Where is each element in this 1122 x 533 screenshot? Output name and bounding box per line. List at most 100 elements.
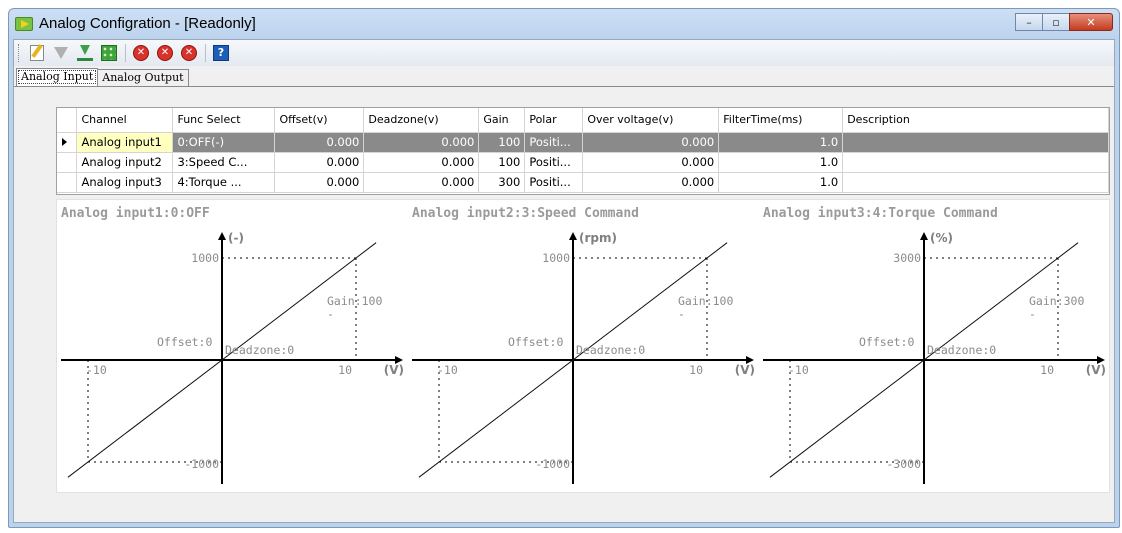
row-selector[interactable] — [57, 152, 78, 173]
column-header[interactable]: Over voltage(v) — [582, 108, 720, 133]
charts-panel: (-) 1000 -1000 -10 10 (V) Gain:100- Offset:0 Dea… — [56, 199, 1110, 493]
chart-title: Analog input1:0:OFF — [61, 206, 210, 221]
table-cell[interactable]: 0.000 — [363, 152, 480, 173]
offset-label: Offset:0 — [157, 335, 212, 349]
table-cell[interactable]: 1.0 — [718, 132, 844, 153]
client-area: ✕ ✕ ✕ ? Analog Input Analog Output Chann… — [13, 39, 1115, 523]
maximize-button[interactable]: ▫ — [1042, 13, 1070, 31]
table-cell[interactable]: 1.0 — [718, 172, 844, 193]
offset-label: Offset:0 — [859, 335, 914, 349]
column-header[interactable]: FilterTime(ms) — [718, 108, 844, 133]
gain-sub-label: - — [327, 307, 334, 321]
download-arrow-icon — [54, 47, 68, 59]
title-bar[interactable]: Analog Configration - [Readonly] – ▫ ✕ — [9, 9, 1119, 39]
table-cell[interactable]: Positi... — [524, 152, 584, 173]
column-header[interactable]: Func Select — [172, 108, 276, 133]
table-row[interactable]: Analog input1 0:OFF(-) 0.000 0.000 100 P… — [57, 132, 1109, 153]
edit-button[interactable] — [27, 43, 47, 63]
table-cell[interactable]: 100 — [478, 152, 526, 173]
download-button[interactable] — [51, 43, 71, 63]
column-header[interactable]: Channel — [76, 108, 174, 133]
tab-analog-input[interactable]: Analog Input — [16, 68, 99, 86]
stop-icon: ✕ — [157, 45, 173, 61]
table-cell[interactable]: 0.000 — [274, 152, 365, 173]
deadzone-label: Deadzone:0 — [576, 343, 645, 357]
stop-button-3[interactable]: ✕ — [179, 43, 199, 63]
x-min-label: -10 — [437, 363, 458, 377]
toolbar: ✕ ✕ ✕ ? — [14, 40, 1114, 66]
y-min-label: -3000 — [886, 457, 921, 471]
column-header[interactable]: Polar — [524, 108, 584, 133]
table-row[interactable]: Analog input3 4:Torque ... 0.000 0.000 3… — [57, 172, 1109, 193]
table-cell[interactable]: 4:Torque ... — [172, 172, 276, 193]
stop-icon: ✕ — [181, 45, 197, 61]
chart-svg-0: (-) 1000 -1000 -10 10 (V) Gain:100- Offset:0 Dea… — [61, 231, 404, 484]
row-selector[interactable] — [57, 172, 78, 193]
chart-svg-1: (rpm) 1000 -1000 -10 10 (V) Gain:100- Offset:0 D… — [412, 231, 755, 484]
chart-title: Analog input2:3:Speed Command — [412, 206, 639, 221]
y-axis-arrow-icon — [920, 232, 928, 240]
table-cell[interactable]: 0.000 — [582, 152, 720, 173]
y-axis-arrow-icon — [569, 232, 577, 240]
deadzone-label: Deadzone:0 — [927, 343, 996, 357]
deadzone-label: Deadzone:0 — [225, 343, 294, 357]
table-cell[interactable]: Analog input1 — [76, 132, 174, 153]
table-cell[interactable]: Analog input2 — [76, 152, 174, 173]
y-unit-label: (rpm) — [579, 231, 617, 245]
gain-label: Gain:100 — [327, 294, 382, 308]
table-cell[interactable]: Positi... — [524, 132, 584, 153]
app-icon — [15, 17, 33, 31]
row-selector[interactable] — [57, 132, 78, 153]
table-cell[interactable]: Analog input3 — [76, 172, 174, 193]
toolbar-separator — [205, 44, 206, 62]
table-cell[interactable] — [842, 132, 1109, 153]
tab-analog-output[interactable]: Analog Output — [97, 69, 189, 86]
toolbar-grip[interactable] — [18, 44, 21, 62]
column-header[interactable]: Description — [842, 108, 1109, 133]
x-unit-label: (V) — [1086, 363, 1106, 377]
table-cell[interactable]: 1.0 — [718, 152, 844, 173]
table-cell[interactable] — [842, 152, 1109, 173]
gain-label: Gain:100 — [678, 294, 733, 308]
minimize-button[interactable]: – — [1015, 13, 1043, 31]
table-cell[interactable]: 100 — [478, 132, 526, 153]
x-min-label: -10 — [788, 363, 809, 377]
x-unit-label: (V) — [735, 363, 755, 377]
x-max-label: 10 — [689, 363, 703, 377]
x-unit-label: (V) — [384, 363, 404, 377]
x-min-label: -10 — [86, 363, 107, 377]
column-header[interactable]: Deadzone(v) — [363, 108, 480, 133]
close-button[interactable]: ✕ — [1069, 13, 1113, 31]
tab-strip: Analog Input Analog Output — [16, 68, 189, 86]
table-cell[interactable]: Positi... — [524, 172, 584, 193]
stop-button-1[interactable]: ✕ — [131, 43, 151, 63]
table-cell[interactable]: 300 — [478, 172, 526, 193]
table-cell[interactable]: 0.000 — [582, 132, 720, 153]
grid-button[interactable] — [99, 43, 119, 63]
y-max-label: 3000 — [893, 251, 921, 265]
column-header[interactable]: Gain — [478, 108, 526, 133]
stop-button-2[interactable]: ✕ — [155, 43, 175, 63]
chart-title: Analog input3:4:Torque Command — [763, 206, 998, 221]
table-cell[interactable]: 0.000 — [582, 172, 720, 193]
help-button[interactable]: ? — [211, 43, 231, 63]
table-cell[interactable]: 3:Speed C... — [172, 152, 276, 173]
table-cell[interactable]: 0.000 — [363, 172, 480, 193]
table-cell[interactable]: 0.000 — [274, 132, 365, 153]
download-to-drive-icon — [77, 45, 93, 61]
table-cell[interactable]: 0:OFF(-) — [172, 132, 276, 153]
table-row[interactable]: Analog input2 3:Speed C... 0.000 0.000 1… — [57, 152, 1109, 173]
help-icon: ? — [213, 45, 229, 61]
y-axis-arrow-icon — [218, 232, 226, 240]
table-cell[interactable]: 0.000 — [363, 132, 480, 153]
download-to-drive-button[interactable] — [75, 43, 95, 63]
column-header[interactable]: Offset(v) — [274, 108, 365, 133]
table-header-row: Channel Func Select Offset(v) Deadzone(v… — [57, 108, 1109, 133]
chart-analog-input2: (rpm) 1000 -1000 -10 10 (V) Gain:100- Offset:0 D… — [408, 200, 759, 494]
row-selector-header — [57, 108, 78, 133]
table-cell[interactable]: 0.000 — [274, 172, 365, 193]
y-max-label: 1000 — [542, 251, 570, 265]
y-min-label: -1000 — [535, 457, 570, 471]
table-cell[interactable] — [842, 172, 1109, 193]
app-window: Analog Configration - [Readonly] – ▫ ✕ ✕… — [8, 8, 1120, 528]
